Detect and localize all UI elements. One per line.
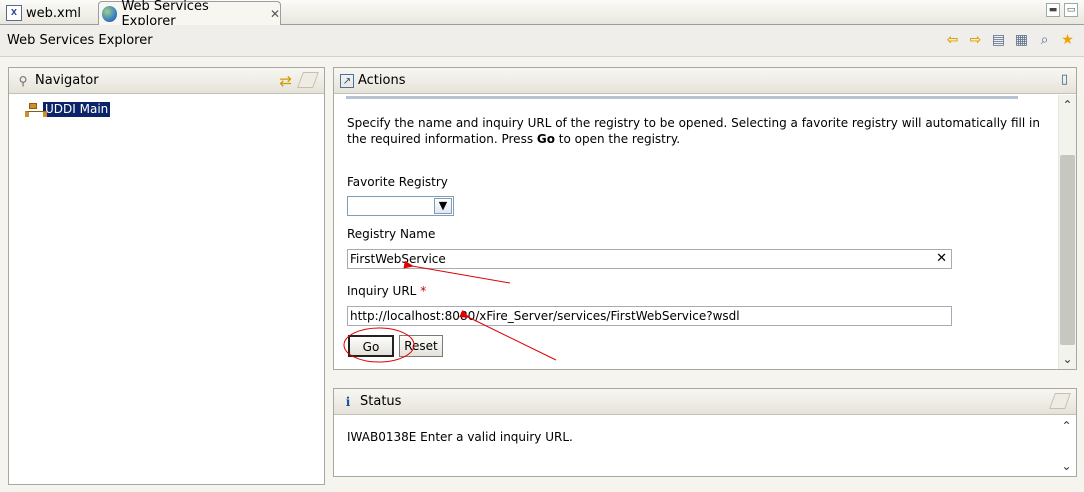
maximize-pane-icon[interactable]: ▯ xyxy=(1061,72,1068,87)
actions-title: Actions xyxy=(358,73,406,88)
reset-button[interactable]: Reset xyxy=(399,335,443,357)
registry-tree-icon xyxy=(25,102,47,117)
favorite-registry-label: Favorite Registry xyxy=(347,175,448,189)
xml-file-icon: X xyxy=(6,5,22,21)
actions-scrollbar[interactable]: ⌃ ⌄ xyxy=(1058,95,1076,369)
inquiry-url-input[interactable]: http://localhost:8080/xFire_Server/servi… xyxy=(347,306,952,326)
wsil-page-icon[interactable]: ▦ xyxy=(1013,32,1030,49)
actions-content: Specify the name and inquiry URL of the … xyxy=(334,95,1058,369)
scroll-down-icon[interactable]: ⌄ xyxy=(1059,351,1076,367)
required-marker: * xyxy=(420,284,427,298)
clear-field-icon[interactable]: ✕ xyxy=(936,250,947,268)
actions-icon: ↗ xyxy=(340,73,354,88)
actions-header: ↗ Actions ▯ xyxy=(334,68,1076,94)
instructions-text: Specify the name and inquiry URL of the … xyxy=(347,116,1040,146)
explorer-title-bar: Web Services Explorer ⇦ ⇨ ▤ ▦ ⌕ ★ xyxy=(0,25,1084,57)
explorer-toolbar: ⇦ ⇨ ▤ ▦ ⌕ ★ xyxy=(944,32,1076,49)
navigator-title: Navigator xyxy=(35,73,99,88)
status-header: i Status xyxy=(334,389,1076,415)
navigator-icon: ⚲ xyxy=(18,73,28,88)
registry-name-label: Registry Name xyxy=(347,227,436,241)
tab-web-services-explorer[interactable]: Web Services Explorer ✕ xyxy=(98,0,281,29)
scroll-up-icon[interactable]: ⌃ xyxy=(1058,418,1075,434)
status-message: IWAB0138E Enter a valid inquiry URL. xyxy=(347,430,573,444)
tab-label: web.xml xyxy=(26,5,81,21)
page-title: Web Services Explorer xyxy=(7,33,153,48)
window-controls: ▬ ▭ xyxy=(1046,3,1078,17)
registry-name-input[interactable]: FirstWebService ✕ xyxy=(347,249,952,269)
status-panel: i Status IWAB0138E Enter a valid inquiry… xyxy=(333,388,1077,477)
inquiry-url-label: Inquiry URL * xyxy=(347,284,427,298)
go-button[interactable]: Go xyxy=(348,335,394,357)
scroll-thumb[interactable] xyxy=(1060,155,1075,345)
editor-tab-strip: X web.xml Web Services Explorer ✕ ▬ ▭ xyxy=(0,0,1084,29)
favorite-registry-select[interactable]: ▼ xyxy=(347,196,454,216)
clear-status-icon[interactable] xyxy=(1049,393,1071,409)
tree-item-uddi-main[interactable]: UDDI Main xyxy=(25,102,111,117)
status-title: Status xyxy=(360,394,402,409)
tree-item-label: UDDI Main xyxy=(43,102,111,117)
favorites-icon[interactable]: ★ xyxy=(1059,32,1076,49)
divider xyxy=(346,96,1018,99)
close-icon[interactable]: ✕ xyxy=(270,7,280,21)
refresh-icon[interactable]: ⇄ xyxy=(279,72,292,90)
minimize-icon[interactable]: ▬ xyxy=(1046,3,1060,17)
maximize-icon[interactable]: ▭ xyxy=(1064,3,1078,17)
chevron-down-icon[interactable]: ▼ xyxy=(434,198,452,214)
actions-panel: ↗ Actions ▯ Specify the name and inquiry… xyxy=(333,67,1077,370)
globe-icon xyxy=(102,6,118,22)
navigator-panel: ⚲ Navigator ⇄ UDDI Main xyxy=(8,67,325,485)
forward-icon[interactable]: ⇨ xyxy=(967,32,984,49)
clear-icon[interactable] xyxy=(297,72,319,88)
back-icon[interactable]: ⇦ xyxy=(944,32,961,49)
uddi-page-icon[interactable]: ▤ xyxy=(990,32,1007,49)
scroll-down-icon[interactable]: ⌄ xyxy=(1058,458,1075,474)
tab-web-xml[interactable]: X web.xml xyxy=(3,1,97,25)
info-icon: i xyxy=(345,394,351,409)
navigator-header: ⚲ Navigator ⇄ xyxy=(9,68,324,94)
wsdl-page-icon[interactable]: ⌕ xyxy=(1036,32,1053,49)
status-scrollbar[interactable]: ⌃ ⌄ xyxy=(1058,416,1076,476)
scroll-up-icon[interactable]: ⌃ xyxy=(1059,97,1076,113)
